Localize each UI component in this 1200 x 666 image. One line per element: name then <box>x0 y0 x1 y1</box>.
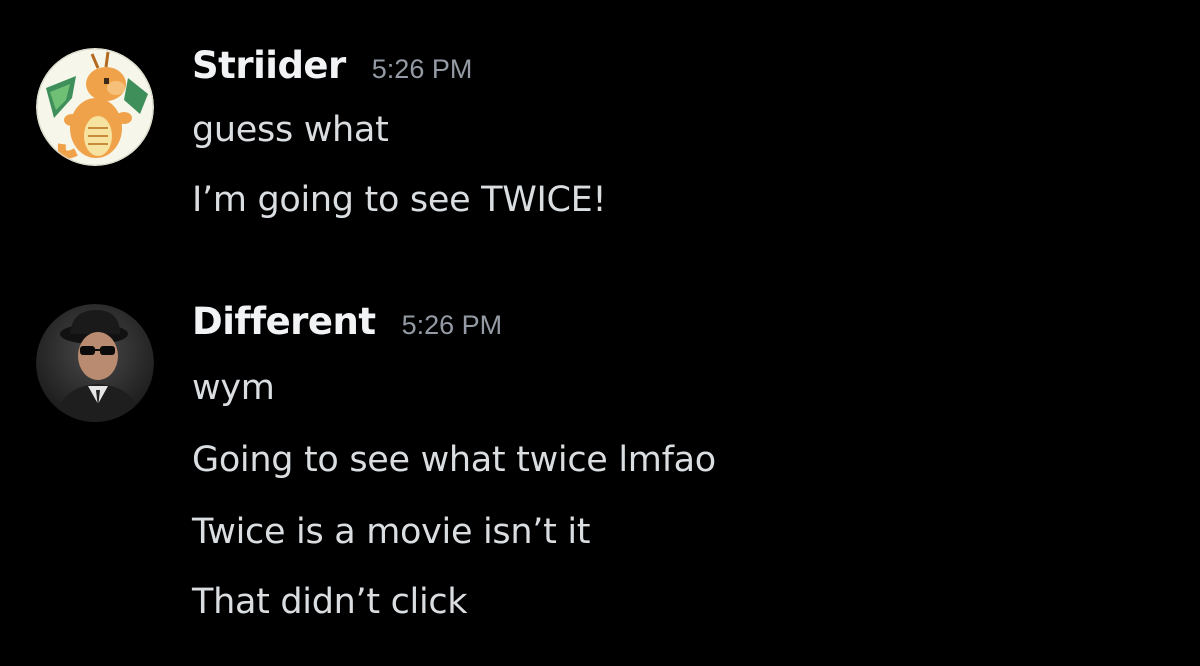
message-text: Going to see what twice lmfao <box>192 440 716 480</box>
username[interactable]: Striider <box>192 44 346 87</box>
timestamp: 5:26 PM <box>371 54 473 84</box>
message-text: I’m going to see TWICE! <box>192 180 607 220</box>
message-text: Twice is a movie isn’t it <box>192 512 591 552</box>
username[interactable]: Different <box>192 300 376 343</box>
message-text: wym <box>192 368 275 408</box>
message-text: That didn’t click <box>192 582 468 622</box>
timestamp: 5:26 PM <box>401 310 503 340</box>
message-header: Different 5:26 PM <box>192 300 502 352</box>
message-text: guess what <box>192 110 389 150</box>
message-header: Striider 5:26 PM <box>192 44 472 96</box>
dragonite-avatar-icon[interactable] <box>36 48 154 166</box>
man-in-sunglasses-avatar-icon[interactable] <box>36 304 154 422</box>
